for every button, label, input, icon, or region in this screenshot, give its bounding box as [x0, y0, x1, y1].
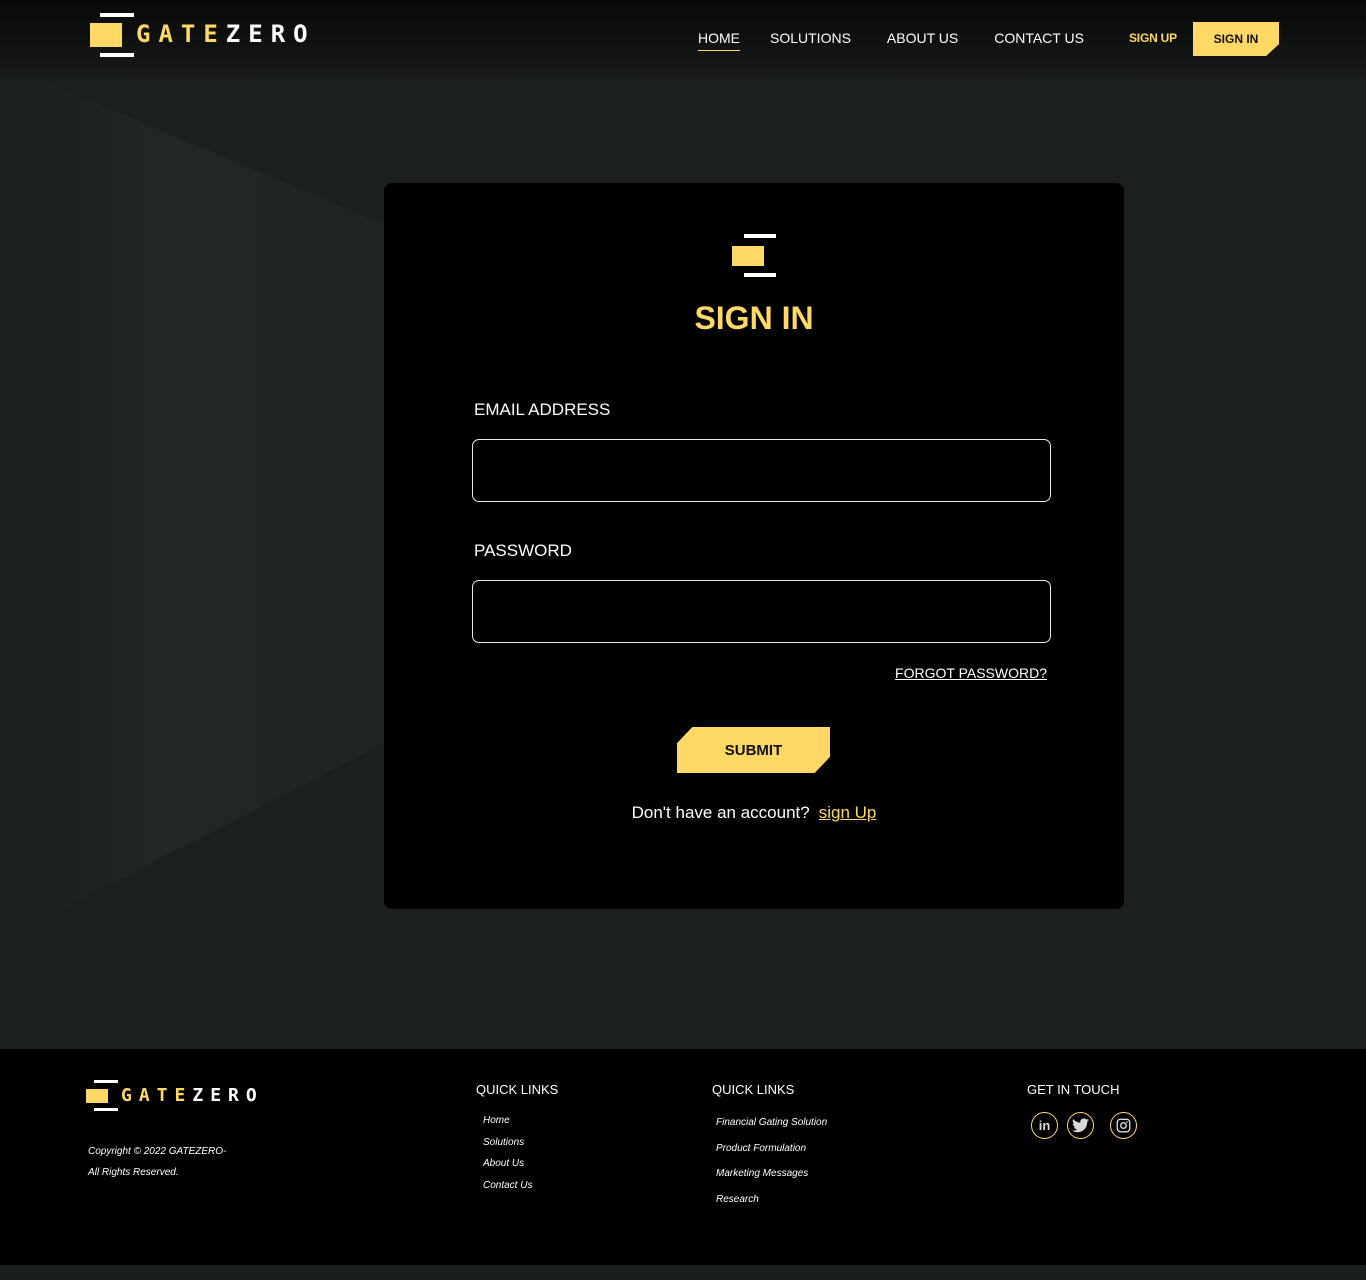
footer-link-contact-us[interactable]: Contact Us: [483, 1175, 532, 1197]
signup-button[interactable]: SIGN UP: [1129, 31, 1177, 45]
email-label: EMAIL ADDRESS: [474, 400, 611, 419]
password-field[interactable]: [472, 580, 1051, 643]
logo-text-gate: GATE: [121, 1085, 193, 1106]
logo-text-zero: ZERO: [225, 20, 316, 48]
footer-bottom-strip: [0, 1265, 1366, 1280]
footer-link-home[interactable]: Home: [483, 1110, 532, 1132]
nav-contact-us[interactable]: CONTACT US: [994, 30, 1084, 51]
footer-col3-title: GET IN TOUCH: [1027, 1082, 1120, 1097]
footer-link-marketing-messages[interactable]: Marketing Messages: [716, 1161, 827, 1187]
nav-home[interactable]: HOME: [698, 30, 740, 51]
copyright-line-1: Copyright © 2022 GATEZERO-: [88, 1146, 227, 1157]
footer-link-about-us[interactable]: About Us: [483, 1153, 532, 1175]
logo-wordmark: GATEZERO: [121, 1085, 264, 1106]
footer-link-solutions[interactable]: Solutions: [483, 1132, 532, 1154]
footer-link-financial-gating[interactable]: Financial Gating Solution: [716, 1110, 827, 1136]
instagram-icon[interactable]: [1110, 1112, 1137, 1139]
logo-mark-icon: [90, 13, 134, 57]
signup-link[interactable]: sign Up: [819, 803, 877, 822]
footer: GATEZERO Copyright © 2022 GATEZERO- All …: [0, 1049, 1366, 1265]
logo-wordmark: GATEZERO: [136, 20, 316, 48]
main-nav: HOME SOLUTIONS ABOUT US CONTACT US: [695, 30, 1084, 51]
footer-link-research[interactable]: Research: [716, 1187, 827, 1213]
footer-col1-title: QUICK LINKS: [476, 1082, 559, 1097]
signin-button[interactable]: SIGN IN: [1193, 22, 1279, 56]
copyright-line-2: All Rights Reserved.: [88, 1167, 179, 1178]
header-logo[interactable]: GATEZERO: [90, 13, 316, 57]
logo-text-zero: ZERO: [192, 1085, 264, 1106]
submit-button[interactable]: SUBMIT: [677, 727, 830, 773]
footer-logo[interactable]: GATEZERO: [86, 1080, 264, 1111]
forgot-password-link[interactable]: FORGOT PASSWORD?: [895, 665, 1047, 681]
email-field[interactable]: [472, 439, 1051, 502]
logo-mark-icon: [86, 1080, 118, 1111]
footer-link-product-formulation[interactable]: Product Formulation: [716, 1136, 827, 1162]
password-label: PASSWORD: [474, 541, 572, 560]
footer-col2-title: QUICK LINKS: [712, 1082, 795, 1097]
footer-col2-list: Financial Gating Solution Product Formul…: [716, 1110, 827, 1213]
background-light-beam: [40, 80, 400, 920]
page-title: SIGN IN: [694, 300, 814, 336]
nav-solutions[interactable]: SOLUTIONS: [770, 30, 851, 51]
twitter-icon[interactable]: [1067, 1112, 1094, 1139]
footer-col1-list: Home Solutions About Us Contact Us: [483, 1110, 532, 1196]
logo-text-gate: GATE: [136, 20, 226, 48]
signup-prompt: Don't have an account? sign Up: [384, 803, 1124, 823]
copyright: Copyright © 2022 GATEZERO- All Rights Re…: [88, 1141, 226, 1183]
nav-about-us[interactable]: ABOUT US: [887, 30, 958, 51]
linkedin-icon[interactable]: in: [1031, 1112, 1058, 1139]
signin-card: SIGN IN EMAIL ADDRESS PASSWORD FORGOT PA…: [384, 183, 1124, 909]
no-account-text: Don't have an account?: [631, 803, 810, 822]
logo-mark-icon: [732, 234, 776, 277]
